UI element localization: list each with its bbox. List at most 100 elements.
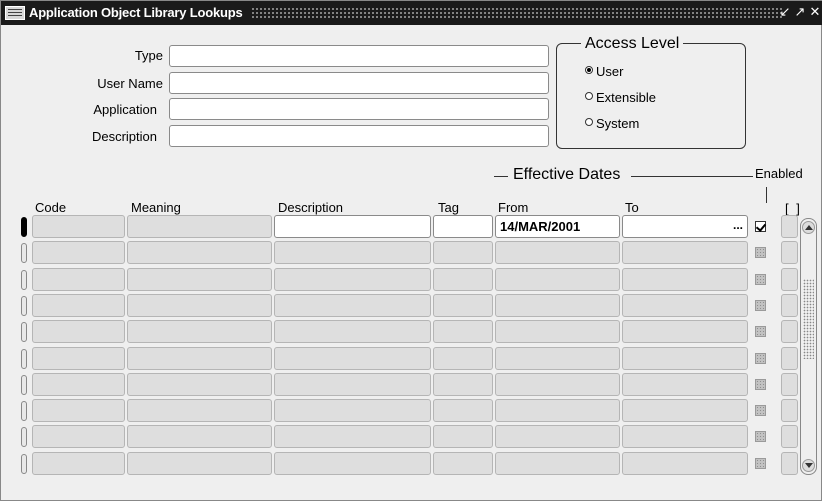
cell-tag[interactable] bbox=[433, 215, 493, 238]
vertical-scrollbar[interactable] bbox=[800, 218, 817, 475]
cell-from[interactable] bbox=[495, 346, 620, 370]
cell-from[interactable] bbox=[495, 451, 620, 475]
cell-from[interactable]: 14/MAR/2001 bbox=[495, 215, 620, 238]
enabled-checkbox[interactable] bbox=[755, 247, 766, 259]
enabled-checkbox[interactable] bbox=[755, 405, 766, 417]
row-indicator[interactable] bbox=[21, 295, 27, 316]
descriptive-flexfield-cell[interactable] bbox=[781, 451, 798, 475]
cell-meaning[interactable] bbox=[127, 451, 272, 475]
descriptive-flexfield-cell[interactable] bbox=[781, 215, 798, 238]
cell-description[interactable] bbox=[274, 293, 431, 317]
application-field[interactable] bbox=[169, 98, 549, 120]
row-indicator[interactable] bbox=[21, 348, 27, 369]
type-field[interactable] bbox=[169, 45, 549, 67]
cell-code[interactable] bbox=[32, 293, 125, 317]
cell-tag[interactable] bbox=[433, 320, 493, 344]
cell-to[interactable] bbox=[622, 372, 748, 396]
cell-code[interactable] bbox=[32, 425, 125, 449]
cell-to[interactable] bbox=[622, 399, 748, 423]
cell-code[interactable] bbox=[32, 241, 125, 265]
cell-to[interactable] bbox=[622, 215, 748, 238]
cell-from[interactable] bbox=[495, 241, 620, 265]
cell-description[interactable] bbox=[274, 372, 431, 396]
cell-to[interactable] bbox=[622, 346, 748, 370]
descriptive-flexfield-cell[interactable] bbox=[781, 267, 798, 291]
cell-meaning[interactable] bbox=[127, 293, 272, 317]
cell-code[interactable] bbox=[32, 399, 125, 423]
descriptive-flexfield-cell[interactable] bbox=[781, 241, 798, 265]
descriptive-flexfield-cell[interactable] bbox=[781, 399, 798, 423]
descriptive-flexfield-cell[interactable] bbox=[781, 320, 798, 344]
cell-meaning[interactable] bbox=[127, 346, 272, 370]
cell-from[interactable] bbox=[495, 293, 620, 317]
cell-from[interactable] bbox=[495, 425, 620, 449]
cell-description[interactable] bbox=[274, 399, 431, 423]
cell-to[interactable] bbox=[622, 320, 748, 344]
enabled-checkbox[interactable] bbox=[755, 352, 766, 364]
cell-code[interactable] bbox=[32, 215, 125, 238]
cell-code[interactable] bbox=[32, 346, 125, 370]
cell-description[interactable] bbox=[274, 346, 431, 370]
cell-tag[interactable] bbox=[433, 241, 493, 265]
cell-code[interactable] bbox=[32, 320, 125, 344]
cell-to[interactable] bbox=[622, 293, 748, 317]
cell-meaning[interactable] bbox=[127, 241, 272, 265]
cell-to[interactable] bbox=[622, 425, 748, 449]
description-field[interactable] bbox=[169, 125, 549, 147]
row-indicator[interactable] bbox=[21, 374, 27, 395]
row-indicator[interactable] bbox=[21, 269, 27, 290]
cell-from[interactable] bbox=[495, 267, 620, 291]
scroll-thumb[interactable] bbox=[803, 279, 814, 359]
descriptive-flexfield-cell[interactable] bbox=[781, 372, 798, 396]
cell-from[interactable] bbox=[495, 399, 620, 423]
cell-meaning[interactable] bbox=[127, 399, 272, 423]
radio-user[interactable]: User bbox=[585, 64, 623, 79]
enabled-checkbox[interactable] bbox=[755, 326, 766, 338]
descriptive-flexfield-cell[interactable] bbox=[781, 346, 798, 370]
cell-tag[interactable] bbox=[433, 451, 493, 475]
row-indicator[interactable] bbox=[21, 427, 27, 448]
descriptive-flexfield-cell[interactable] bbox=[781, 293, 798, 317]
cell-description[interactable] bbox=[274, 425, 431, 449]
cell-code[interactable] bbox=[32, 451, 125, 475]
minimize-icon[interactable]: ↙ bbox=[779, 4, 791, 20]
row-indicator[interactable] bbox=[21, 243, 27, 264]
cell-code[interactable] bbox=[32, 372, 125, 396]
row-indicator[interactable] bbox=[21, 401, 27, 422]
scroll-up-icon[interactable] bbox=[802, 221, 815, 234]
enabled-checkbox[interactable] bbox=[755, 378, 766, 390]
cell-tag[interactable] bbox=[433, 372, 493, 396]
user-name-field[interactable] bbox=[169, 72, 549, 94]
cell-description[interactable] bbox=[274, 451, 431, 475]
restore-icon[interactable]: ↗ bbox=[794, 4, 806, 20]
row-indicator[interactable] bbox=[21, 453, 27, 474]
enabled-checkbox[interactable] bbox=[755, 273, 766, 285]
enabled-checkbox[interactable] bbox=[755, 221, 766, 232]
cell-to[interactable] bbox=[622, 267, 748, 291]
cell-description[interactable] bbox=[274, 267, 431, 291]
descriptive-flexfield-cell[interactable] bbox=[781, 425, 798, 449]
cell-to[interactable] bbox=[622, 451, 748, 475]
scroll-down-icon[interactable] bbox=[802, 459, 815, 472]
cell-meaning[interactable] bbox=[127, 215, 272, 238]
lov-button[interactable]: ... bbox=[733, 219, 743, 231]
cell-meaning[interactable] bbox=[127, 372, 272, 396]
cell-description[interactable] bbox=[274, 241, 431, 265]
cell-tag[interactable] bbox=[433, 346, 493, 370]
radio-extensible[interactable]: Extensible bbox=[585, 90, 656, 105]
cell-meaning[interactable] bbox=[127, 267, 272, 291]
cell-tag[interactable] bbox=[433, 267, 493, 291]
cell-tag[interactable] bbox=[433, 399, 493, 423]
cell-meaning[interactable] bbox=[127, 320, 272, 344]
row-indicator[interactable] bbox=[21, 322, 27, 343]
cell-from[interactable] bbox=[495, 372, 620, 396]
cell-tag[interactable] bbox=[433, 293, 493, 317]
cell-description[interactable] bbox=[274, 320, 431, 344]
cell-meaning[interactable] bbox=[127, 425, 272, 449]
cell-from[interactable] bbox=[495, 320, 620, 344]
radio-system[interactable]: System bbox=[585, 116, 639, 131]
cell-code[interactable] bbox=[32, 267, 125, 291]
enabled-checkbox[interactable] bbox=[755, 431, 766, 443]
cell-tag[interactable] bbox=[433, 425, 493, 449]
close-icon[interactable]: ✕ bbox=[809, 4, 821, 20]
